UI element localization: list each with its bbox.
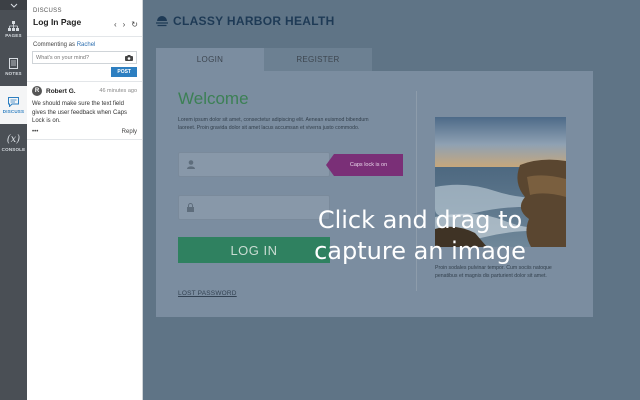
reply-link[interactable]: Reply xyxy=(122,129,137,135)
chat-icon xyxy=(8,96,19,107)
rail-label-notes: NOTES xyxy=(5,71,22,76)
login-card: Welcome Lorem ipsum dolor sit amet, cons… xyxy=(156,71,593,317)
rail-item-discuss[interactable]: DISCUSS xyxy=(0,86,27,124)
chevron-left-icon[interactable]: ‹ xyxy=(114,20,117,29)
camera-icon[interactable] xyxy=(125,54,133,61)
fx-icon: (x) xyxy=(6,133,21,145)
comment-head: R Robert G. 46 minutes ago xyxy=(32,86,137,96)
auth-tabs: LOGIN REGISTER xyxy=(156,48,372,71)
more-icon[interactable]: ••• xyxy=(32,129,38,135)
post-row: POST xyxy=(27,64,142,82)
comment-box[interactable] xyxy=(32,51,137,64)
discuss-header: DISCUSS Log In Page ‹ › ↻ xyxy=(27,0,142,37)
capture-instruction-line-2: capture an image xyxy=(314,237,526,265)
rail-item-pages[interactable]: PAGES xyxy=(0,10,27,48)
chevron-right-icon[interactable]: › xyxy=(123,20,126,29)
left-rail: PAGES NOTES DISCUSS (x) CONSOLE xyxy=(0,0,27,400)
lost-password-link[interactable]: LOST PASSWORD xyxy=(178,290,237,297)
comment-text: We should make sure the text field gives… xyxy=(32,101,128,124)
capture-instruction: Click and drag to capture an image xyxy=(295,205,545,267)
welcome-heading: Welcome xyxy=(178,89,249,108)
comment-author: Robert G. xyxy=(46,87,76,95)
commenting-as: Commenting as Rachel xyxy=(27,37,142,51)
username-field[interactable] xyxy=(178,152,330,177)
photo-caption: Proin sodales pulvinar tempor. Cum socii… xyxy=(435,265,552,279)
user-icon xyxy=(187,160,195,169)
discuss-panel: DISCUSS Log In Page ‹ › ↻ Commenting as … xyxy=(27,0,143,400)
caps-lock-tooltip: Caps lock is on xyxy=(326,154,403,176)
rail-item-notes[interactable]: NOTES xyxy=(0,48,27,86)
page-preview: CLASSY HARBOR HEALTH LOGIN REGISTER Welc… xyxy=(143,0,640,400)
refresh-icon[interactable]: ↻ xyxy=(131,20,138,29)
notes-icon xyxy=(9,58,18,69)
post-button[interactable]: POST xyxy=(111,67,137,77)
rail-label-console: CONSOLE xyxy=(1,146,26,152)
rail-label-pages: PAGES xyxy=(5,32,22,38)
discuss-nav: ‹ › ↻ xyxy=(114,20,138,29)
brand-name: CLASSY HARBOR HEALTH xyxy=(173,14,335,28)
harbor-logo-icon xyxy=(156,16,168,27)
lock-icon xyxy=(187,203,194,212)
comment-time: 46 minutes ago xyxy=(99,88,137,94)
commenting-prefix: Commenting as xyxy=(33,42,76,48)
avatar: R xyxy=(32,86,42,96)
tab-register[interactable]: REGISTER xyxy=(264,48,372,71)
intro-text: Lorem ipsum dolor sit amet, consectetur … xyxy=(178,117,369,131)
collapse-chevron-icon[interactable] xyxy=(0,0,27,10)
tab-login[interactable]: LOGIN xyxy=(156,48,264,71)
commenting-name[interactable]: Rachel xyxy=(77,42,96,48)
comment-input[interactable] xyxy=(36,54,121,61)
rail-label-discuss: DISCUSS xyxy=(2,108,25,114)
sitemap-icon xyxy=(8,20,19,31)
discuss-kicker: DISCUSS xyxy=(33,8,62,14)
comment-footer: ••• Reply xyxy=(32,129,137,135)
comment-item: R Robert G. 46 minutes ago We should mak… xyxy=(27,82,142,140)
rail-item-console[interactable]: (x) CONSOLE xyxy=(0,124,27,162)
brand-logo: CLASSY HARBOR HEALTH xyxy=(156,14,335,28)
capture-instruction-line-1: Click and drag to xyxy=(317,206,523,234)
